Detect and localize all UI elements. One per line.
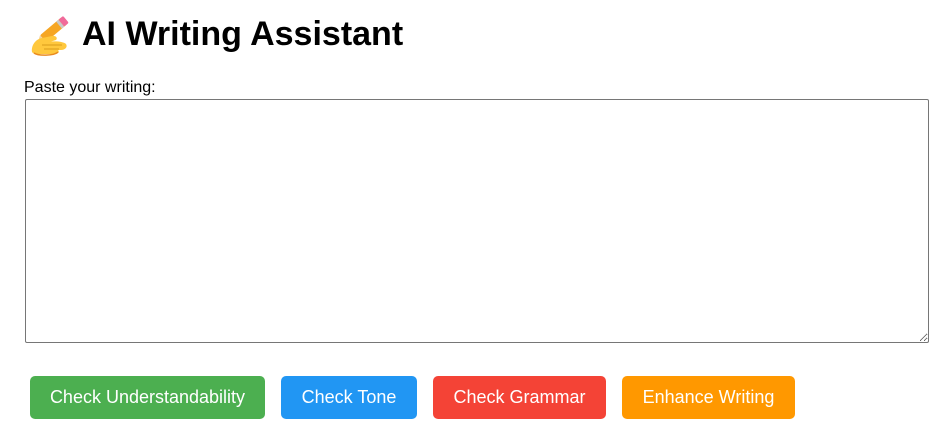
writing-input[interactable] bbox=[25, 99, 929, 343]
page-title: AI Writing Assistant bbox=[82, 15, 404, 53]
writing-input-label: Paste your writing: bbox=[24, 79, 156, 96]
check-grammar-button[interactable]: Check Grammar bbox=[433, 376, 606, 419]
writing-hand-icon bbox=[28, 12, 72, 56]
app-header: AI Writing Assistant bbox=[28, 12, 403, 56]
check-understandability-button[interactable]: Check Understandability bbox=[30, 376, 265, 419]
check-tone-button[interactable]: Check Tone bbox=[281, 376, 417, 419]
enhance-writing-button[interactable]: Enhance Writing bbox=[622, 376, 795, 419]
